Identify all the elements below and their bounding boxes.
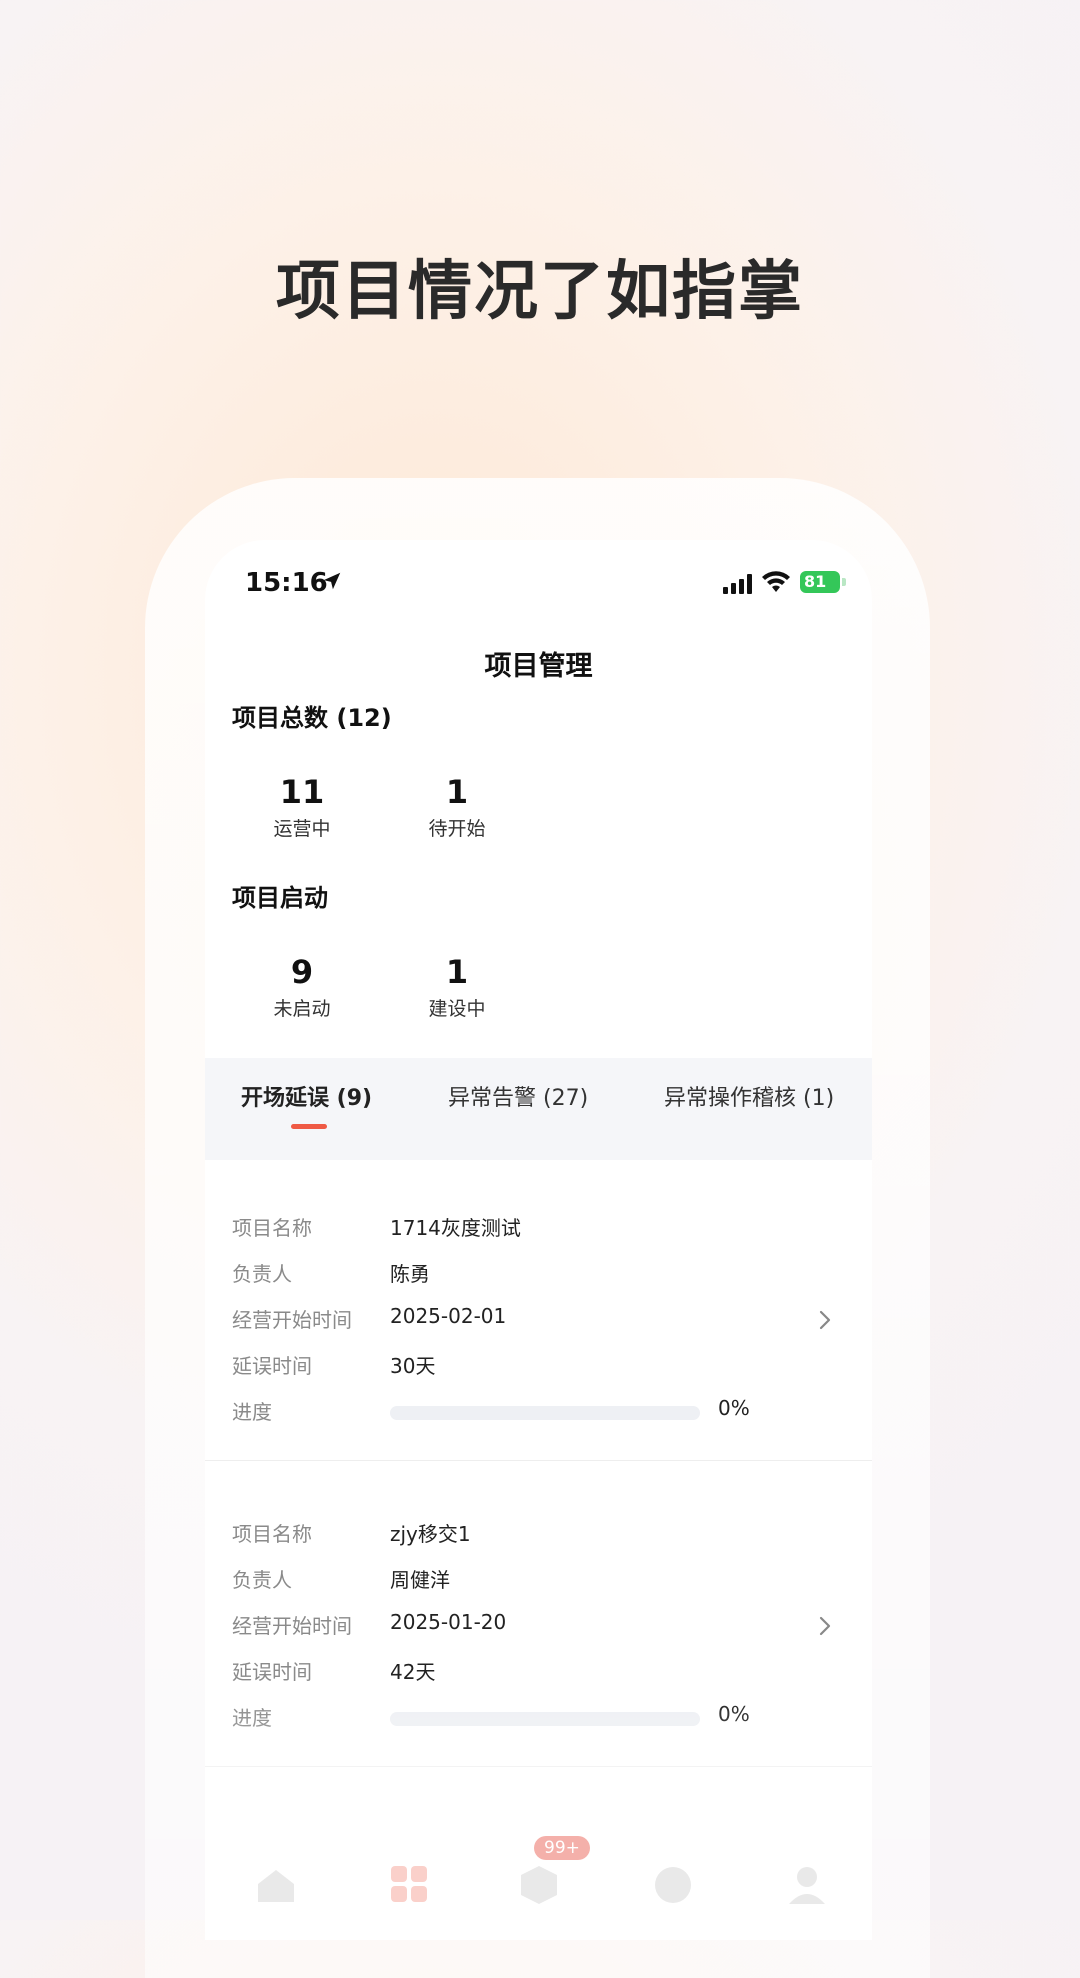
stat-operating[interactable]: 11 运营中 [232, 772, 372, 841]
row-delay: 延误时间 42天 [232, 1656, 852, 1696]
cellular-signal-icon [723, 574, 752, 594]
status-time: 15:16 [245, 568, 328, 598]
start-date: 2025-02-01 [390, 1304, 507, 1328]
box-icon[interactable] [509, 1862, 569, 1908]
row-owner: 负责人 周健洋 [232, 1564, 852, 1604]
row-start-date: 经营开始时间 2025-01-20 [232, 1610, 852, 1650]
row-project-name: 项目名称 1714灰度测试 [232, 1212, 852, 1252]
field-label: 延误时间 [232, 1354, 312, 1378]
home-icon[interactable] [246, 1862, 306, 1908]
chart-icon[interactable] [643, 1862, 703, 1908]
delay-time: 42天 [390, 1660, 436, 1684]
row-progress: 进度 0% [232, 1702, 852, 1742]
tab-abnormal-audit[interactable]: 异常操作稽核 (1) [664, 1080, 834, 1112]
owner-name: 陈勇 [390, 1262, 430, 1286]
battery-icon: 81 [800, 571, 840, 593]
wifi-icon [762, 571, 790, 592]
project-launch-title: 项目启动 [232, 884, 328, 912]
stat-value: 1 [445, 773, 469, 811]
chevron-right-icon[interactable] [817, 1614, 833, 1638]
field-label: 进度 [232, 1400, 272, 1424]
field-label: 负责人 [232, 1262, 292, 1286]
progress-percent: 0% [718, 1396, 750, 1420]
phone-screen: 15:16 81 项目管理 项目总数 (12) 11 运营中 1 待开始 项目启… [205, 540, 872, 1940]
field-label: 负责人 [232, 1568, 292, 1592]
total-projects-title: 项目总数 (12) [232, 704, 392, 732]
battery-tip [842, 578, 846, 586]
location-arrow-icon [323, 572, 341, 590]
project-card[interactable]: 项目名称 1714灰度测试 负责人 陈勇 经营开始时间 2025-02-01 延… [205, 1160, 872, 1461]
stat-under-construction[interactable]: 1 建设中 [387, 952, 527, 1021]
progress-bar [390, 1406, 700, 1420]
field-label: 项目名称 [232, 1216, 312, 1240]
chevron-right-icon[interactable] [817, 1308, 833, 1332]
tab-bar: 开场延误 (9) 异常告警 (27) 异常操作稽核 (1) [205, 1058, 872, 1144]
page-title: 项目管理 [484, 651, 593, 682]
project-name: 1714灰度测试 [390, 1216, 521, 1240]
field-label: 项目名称 [232, 1522, 312, 1546]
user-icon[interactable] [777, 1862, 837, 1908]
tab-opening-delay[interactable]: 开场延误 (9) [241, 1080, 372, 1112]
stat-label: 建设中 [428, 998, 486, 1020]
stat-not-started[interactable]: 9 未启动 [232, 952, 372, 1021]
progress-percent: 0% [718, 1702, 750, 1726]
project-card[interactable]: 项目名称 zjy移交1 负责人 周健洋 经营开始时间 2025-01-20 延误… [205, 1466, 872, 1767]
row-delay: 延误时间 30天 [232, 1350, 852, 1390]
progress-bar [390, 1712, 700, 1726]
headline: 项目情况了如指掌 [276, 255, 804, 329]
tab-abnormal-alerts[interactable]: 异常告警 (27) [448, 1080, 588, 1112]
row-owner: 负责人 陈勇 [232, 1258, 852, 1298]
stat-value: 11 [279, 773, 325, 811]
active-tab-indicator [291, 1124, 327, 1129]
stat-label: 运营中 [273, 818, 331, 840]
row-start-date: 经营开始时间 2025-02-01 [232, 1304, 852, 1344]
stat-label: 未启动 [273, 998, 331, 1020]
owner-name: 周健洋 [390, 1568, 450, 1592]
section-divider [205, 1144, 872, 1160]
field-label: 进度 [232, 1706, 272, 1730]
grid-icon[interactable] [379, 1862, 439, 1908]
field-label: 经营开始时间 [232, 1614, 352, 1638]
start-date: 2025-01-20 [390, 1610, 507, 1634]
field-label: 经营开始时间 [232, 1308, 352, 1332]
project-name: zjy移交1 [390, 1522, 471, 1546]
row-project-name: 项目名称 zjy移交1 [232, 1518, 852, 1558]
delay-time: 30天 [390, 1354, 436, 1378]
stat-value: 9 [290, 953, 314, 991]
stat-value: 1 [445, 953, 469, 991]
stat-pending[interactable]: 1 待开始 [387, 772, 527, 841]
stat-label: 待开始 [428, 818, 486, 840]
row-progress: 进度 0% [232, 1396, 852, 1436]
status-bar: 15:16 81 [205, 540, 872, 624]
notification-badge: 99+ [534, 1836, 590, 1860]
field-label: 延误时间 [232, 1660, 312, 1684]
